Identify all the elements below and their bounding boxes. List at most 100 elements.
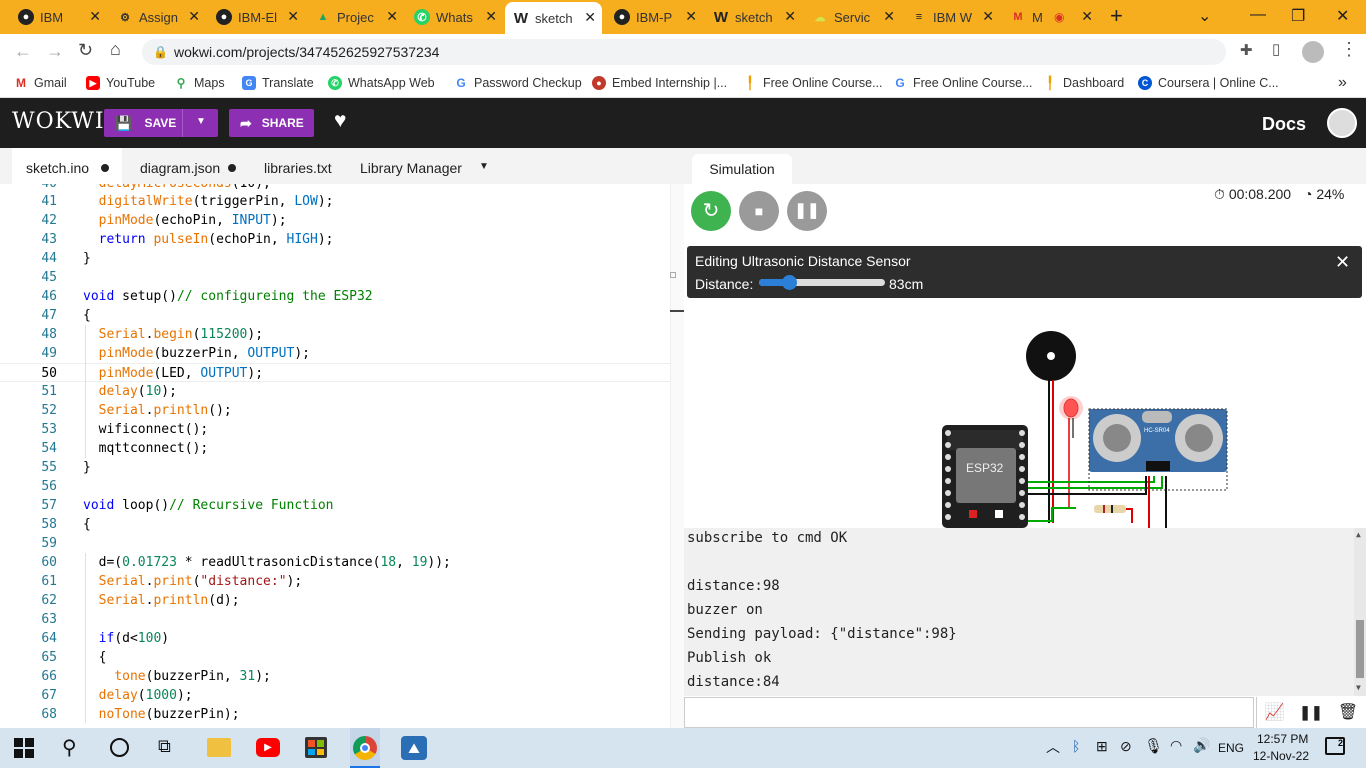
language-indicator[interactable]: ENG bbox=[1218, 741, 1244, 755]
browser-tab[interactable]: ▲ Projec ✕ bbox=[307, 4, 404, 30]
bookmark-item[interactable]: C Coursera | Online C... bbox=[1138, 76, 1279, 90]
tab-library-manager[interactable]: Library Manager bbox=[360, 148, 462, 184]
close-icon[interactable]: ✕ bbox=[584, 9, 596, 26]
tab-search-icon[interactable]: ⌄ bbox=[1198, 6, 1211, 26]
volume-icon[interactable]: 🔊 bbox=[1193, 737, 1210, 754]
close-icon[interactable]: ✕ bbox=[188, 8, 200, 25]
sensor-label: HC-SR04 bbox=[1144, 428, 1170, 434]
scroll-down-icon[interactable]: ▼ bbox=[1356, 683, 1361, 692]
browser-tab[interactable]: ● IBM ✕ bbox=[10, 4, 107, 30]
home-icon[interactable]: ⌂ bbox=[110, 39, 121, 60]
bookmark-item[interactable]: ╿ Dashboard bbox=[1043, 76, 1124, 90]
close-window-icon[interactable]: ✕ bbox=[1336, 6, 1349, 26]
browser-tab[interactable]: ⚙ Assign ✕ bbox=[109, 4, 206, 30]
console-scrollbar[interactable]: ▲ ▼ bbox=[1354, 528, 1366, 696]
close-icon[interactable]: ✕ bbox=[883, 8, 895, 25]
browser-tab[interactable]: M M ◉ ✕ bbox=[1002, 4, 1099, 30]
photos-icon[interactable]: ⛰ bbox=[401, 736, 427, 760]
close-icon[interactable]: ✕ bbox=[89, 8, 101, 25]
heart-icon[interactable]: ♥ bbox=[334, 109, 346, 133]
bookmark-item[interactable]: ⚲ Maps bbox=[174, 76, 225, 90]
maximize-icon[interactable]: ❐ bbox=[1291, 6, 1305, 26]
circuit-canvas[interactable]: ESP32 HC-SR04 bbox=[684, 298, 1366, 528]
extensions-icon[interactable]: ✚ bbox=[1240, 41, 1253, 59]
code-editor[interactable]: 40 delayMicroseconds(10); 41 digitalWrit… bbox=[0, 184, 684, 728]
bookmark-item[interactable]: ● Embed Internship |... bbox=[592, 76, 727, 90]
bookmark-item[interactable]: ✆ WhatsApp Web bbox=[328, 76, 435, 90]
windows-start-icon[interactable] bbox=[14, 738, 34, 758]
wifi-icon[interactable]: ◠ bbox=[1170, 737, 1182, 754]
close-icon[interactable]: ✕ bbox=[1081, 8, 1093, 25]
plotter-button[interactable]: 📈 bbox=[1256, 697, 1292, 728]
chevron-down-icon[interactable]: ▼ bbox=[196, 116, 206, 127]
store-icon[interactable] bbox=[305, 737, 327, 758]
wokwi-logo[interactable]: WOKWI bbox=[12, 109, 105, 134]
notifications-icon[interactable]: 2 bbox=[1325, 737, 1345, 755]
close-icon[interactable]: ✕ bbox=[685, 8, 697, 25]
tab-sketch-ino[interactable]: sketch.ino bbox=[12, 148, 122, 184]
save-button[interactable]: 💾 SAVE ▼ bbox=[104, 109, 218, 137]
serial-input-field[interactable] bbox=[684, 697, 1254, 728]
share-button[interactable]: ➦ SHARE bbox=[229, 109, 314, 137]
sidepanel-icon[interactable]: ▯ bbox=[1272, 40, 1280, 58]
slider-thumb[interactable] bbox=[782, 275, 797, 290]
minimize-icon[interactable]: — bbox=[1250, 6, 1266, 24]
menu-icon[interactable]: ⋮ bbox=[1340, 39, 1358, 60]
bookmark-item[interactable]: ▶ YouTube bbox=[86, 76, 155, 90]
profile-avatar[interactable] bbox=[1302, 41, 1324, 63]
browser-tab[interactable]: ✆ Whats ✕ bbox=[406, 4, 503, 30]
user-avatar[interactable] bbox=[1327, 108, 1357, 138]
close-icon[interactable]: ✕ bbox=[784, 8, 796, 25]
browser-tab[interactable]: ☁ Servic ✕ bbox=[804, 4, 901, 30]
bookmark-item[interactable]: M Gmail bbox=[14, 76, 67, 90]
tab-diagram-json[interactable]: diagram.json bbox=[140, 148, 237, 184]
bookmark-item[interactable]: G Password Checkup bbox=[454, 76, 582, 90]
bookmarks-more-button[interactable]: » bbox=[1338, 74, 1347, 92]
tab-libraries-txt[interactable]: libraries.txt bbox=[264, 148, 332, 184]
eject-icon[interactable]: ⊘ bbox=[1120, 738, 1132, 755]
serial-monitor[interactable]: subscribe to cmd OK distance:98 buzzer o… bbox=[684, 528, 1366, 696]
close-icon[interactable]: ✕ bbox=[485, 8, 497, 25]
pause-console-button[interactable]: ❚❚ bbox=[1293, 697, 1329, 728]
browser-tab-active[interactable]: Wsketch ✕ bbox=[505, 2, 602, 34]
pause-button[interactable]: ❚❚ bbox=[787, 191, 827, 231]
reload-icon[interactable]: ↻ bbox=[78, 40, 93, 61]
browser-tab[interactable]: Wsketch ✕ bbox=[705, 4, 802, 30]
youtube-icon[interactable]: ▶ bbox=[256, 738, 280, 757]
close-icon[interactable]: ✕ bbox=[287, 8, 299, 25]
url-field[interactable]: 🔒 wokwi.com/projects/347452625927537234 bbox=[142, 39, 1226, 65]
back-icon[interactable]: ← bbox=[14, 41, 32, 62]
file-explorer-icon[interactable] bbox=[207, 738, 231, 757]
distance-slider[interactable] bbox=[759, 275, 885, 290]
bluetooth-icon[interactable]: ᛒ bbox=[1072, 738, 1080, 754]
bookmark-item[interactable]: ╿ Free Online Course... bbox=[743, 76, 883, 90]
docs-link[interactable]: Docs bbox=[1262, 114, 1306, 135]
clock-date[interactable]: 12-Nov-22 bbox=[1253, 749, 1309, 763]
network-adapter-icon[interactable]: ⊞ bbox=[1096, 738, 1108, 755]
scroll-up-icon[interactable]: ▲ bbox=[1356, 530, 1361, 539]
tab-simulation[interactable]: Simulation bbox=[692, 154, 792, 184]
restart-button[interactable]: ↻ bbox=[691, 191, 731, 231]
browser-tab[interactable]: ● IBM-El ✕ bbox=[208, 4, 305, 30]
editor-scrollbar[interactable] bbox=[670, 184, 684, 728]
close-icon[interactable]: ✕ bbox=[386, 8, 398, 25]
bookmark-item[interactable]: G Translate bbox=[242, 76, 314, 90]
clear-console-button[interactable]: 🗑 bbox=[1330, 697, 1366, 728]
browser-tab[interactable]: ≡ IBM W ✕ bbox=[903, 4, 1000, 30]
browser-tab[interactable]: ● IBM-P ✕ bbox=[606, 4, 703, 30]
forward-icon[interactable]: → bbox=[46, 41, 64, 62]
bookmark-item[interactable]: G Free Online Course... bbox=[893, 76, 1033, 90]
close-icon[interactable]: ✕ bbox=[982, 8, 994, 25]
chrome-icon[interactable] bbox=[350, 728, 380, 768]
stop-button[interactable]: ■ bbox=[739, 191, 779, 231]
task-view-icon[interactable]: ⧉ bbox=[158, 736, 171, 757]
close-icon[interactable]: ✕ bbox=[1335, 252, 1350, 273]
new-tab-button[interactable]: + bbox=[1110, 3, 1123, 29]
cortana-icon[interactable] bbox=[110, 738, 129, 757]
show-hidden-icons[interactable]: ︿ bbox=[1046, 737, 1060, 757]
scroll-thumb[interactable] bbox=[1356, 620, 1364, 678]
clock-time[interactable]: 12:57 PM bbox=[1257, 732, 1308, 746]
microphone-icon[interactable]: 🎙 bbox=[1144, 737, 1163, 755]
search-icon[interactable]: ⚲ bbox=[62, 735, 77, 760]
tab-menu-caret-icon[interactable]: ▼ bbox=[479, 161, 489, 172]
